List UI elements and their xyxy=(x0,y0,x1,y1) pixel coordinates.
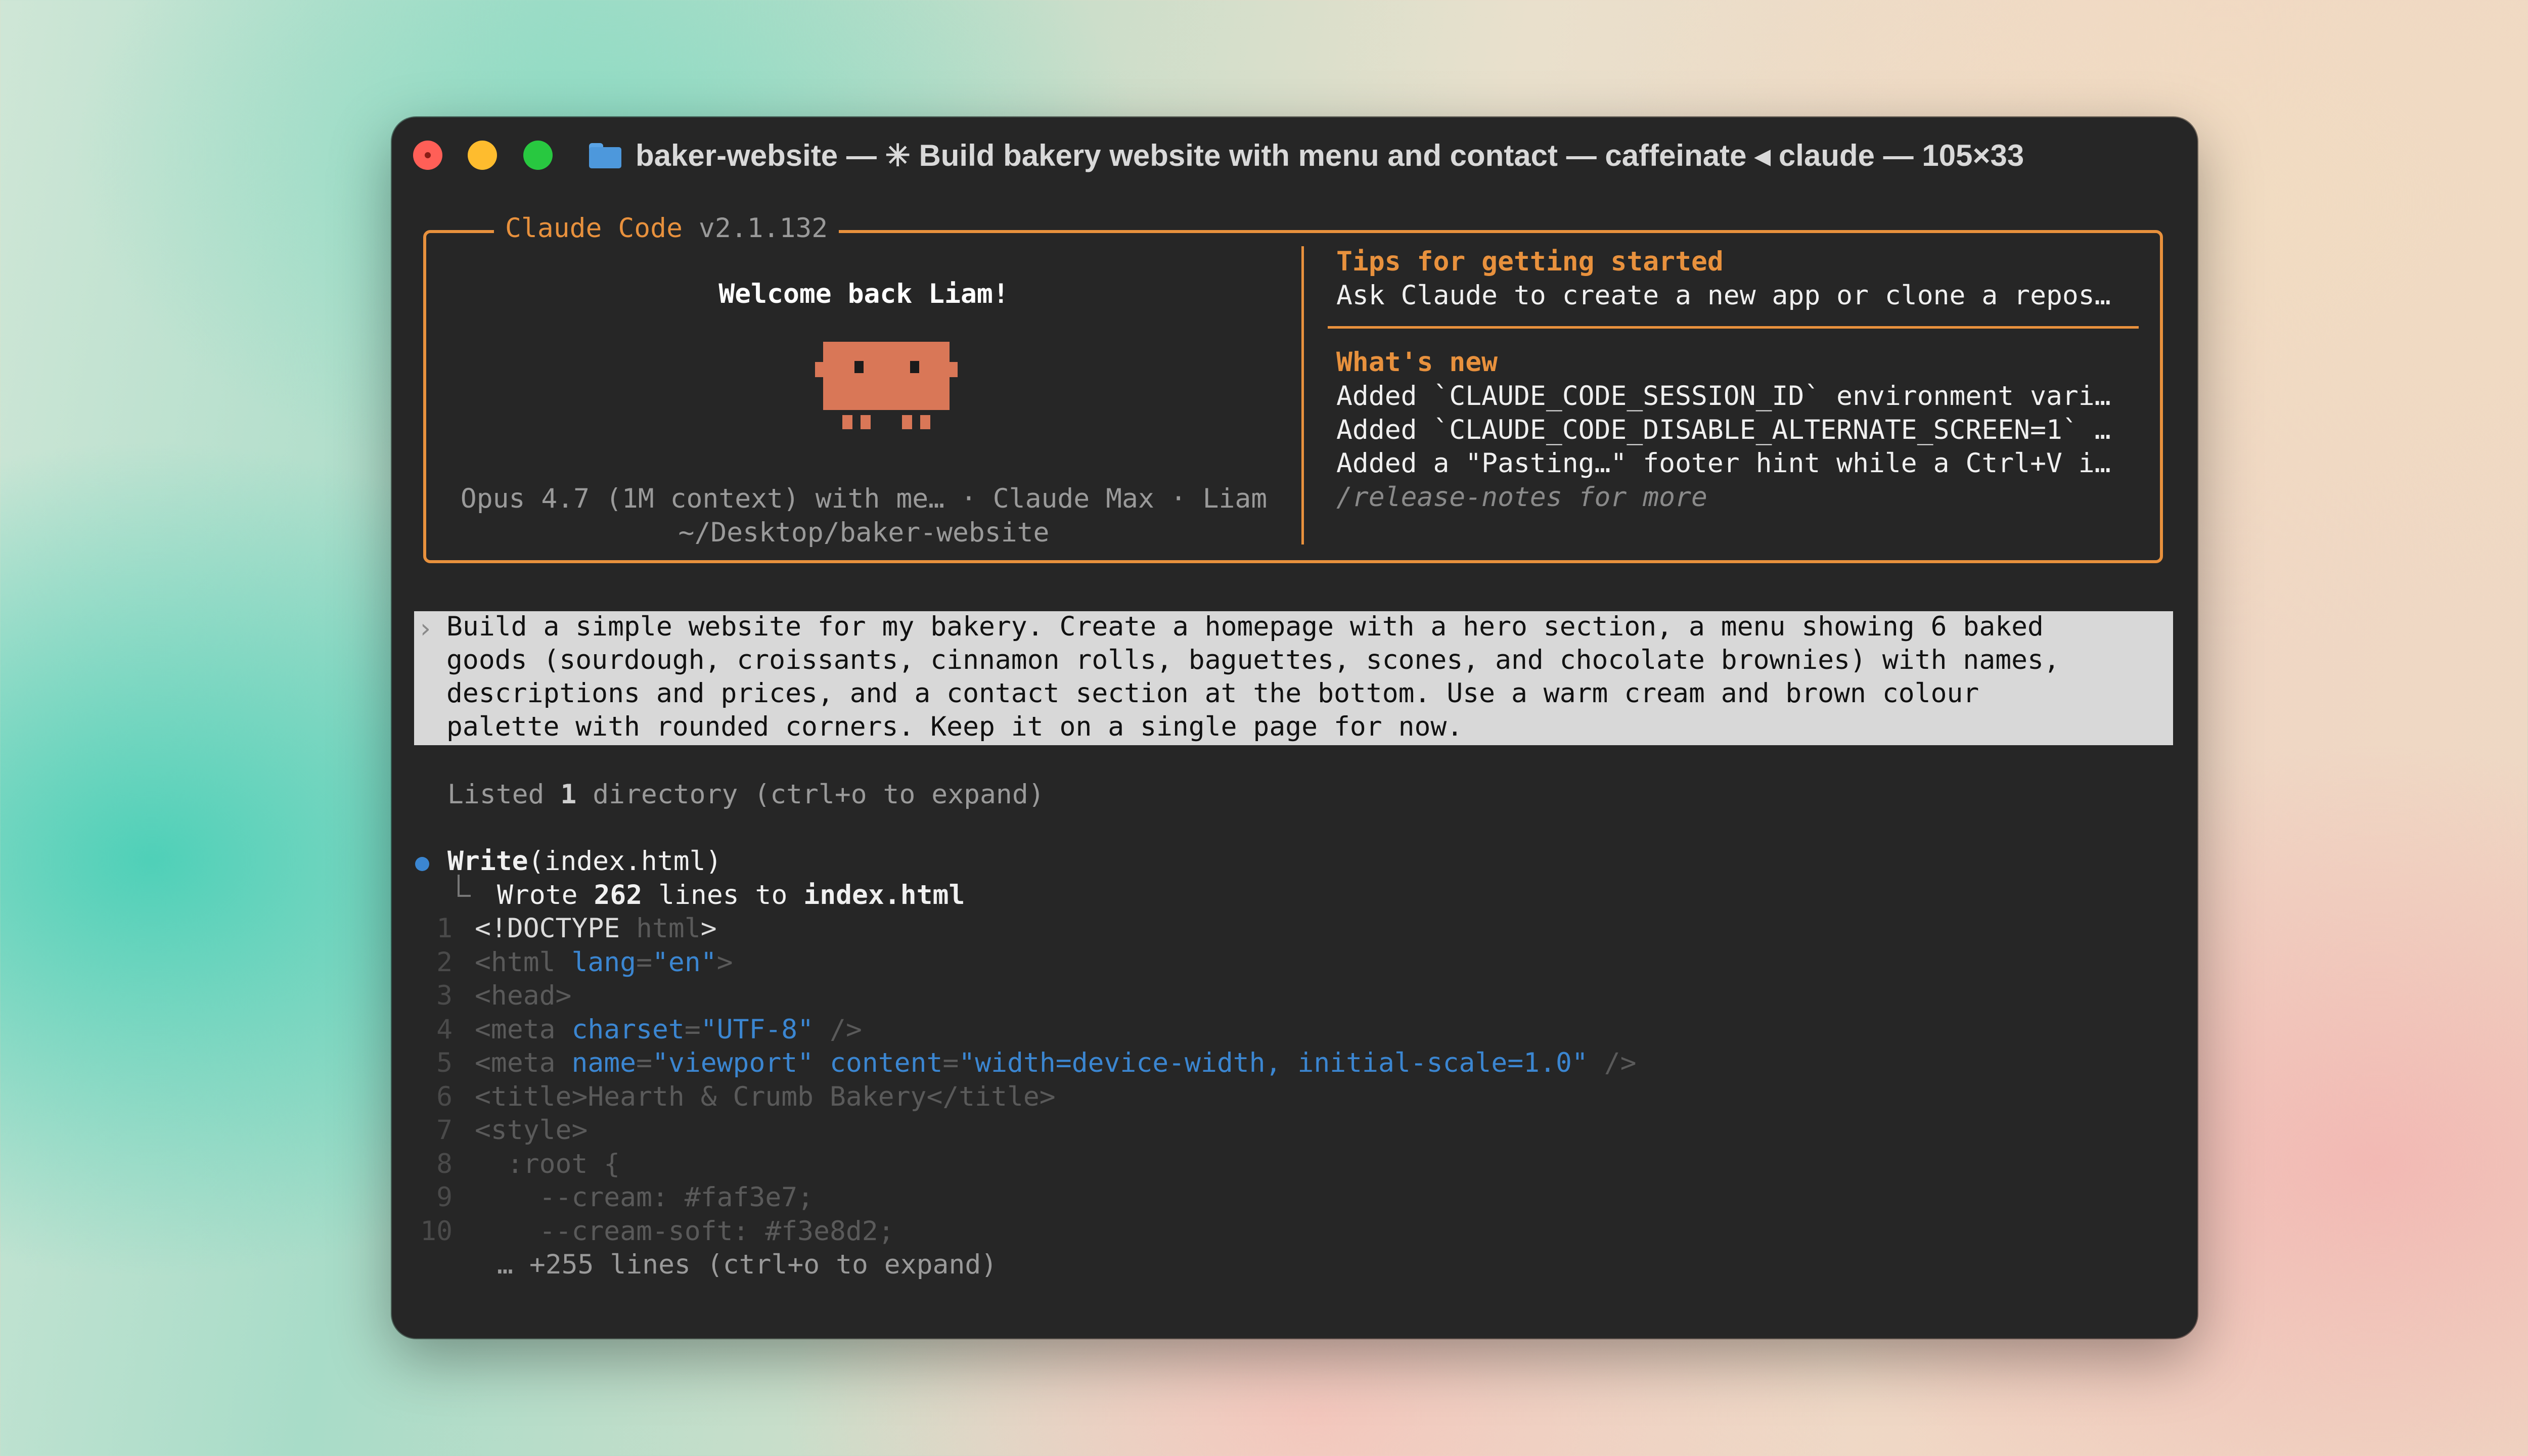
code-token: "viewport" xyxy=(652,1048,814,1078)
code-token: lang xyxy=(571,947,637,978)
code-token: :root { xyxy=(475,1149,620,1179)
prompt-line: Build a simple website for my bakery. Cr… xyxy=(446,611,2044,642)
line-number: 5 xyxy=(436,1048,453,1078)
code-line: 10 --cream-soft: #f3e8d2; xyxy=(392,1216,894,1247)
close-button[interactable] xyxy=(413,141,442,170)
code-token: = xyxy=(942,1048,959,1078)
tool-status-dot-icon xyxy=(415,857,429,871)
code-token: <meta xyxy=(475,1048,572,1078)
code-line: 9 --cream: #faf3e7; xyxy=(392,1182,814,1213)
code-token: <html xyxy=(475,947,572,978)
tool-result: Wrote 262 lines to index.html xyxy=(497,880,965,911)
window-title-text: baker-website — ✳ Build bakery website w… xyxy=(636,139,2024,172)
code-token: <title>Hearth & Crumb Bakery</title> xyxy=(475,1081,1056,1112)
listed-prefix: Listed xyxy=(447,779,561,810)
whats-new-item: Added a "Pasting…" footer hint while a C… xyxy=(1336,448,2111,479)
code-token: "width=device-width, initial-scale=1.0" xyxy=(959,1048,1588,1078)
code-token: <meta xyxy=(475,1014,572,1045)
minimize-button[interactable] xyxy=(468,141,497,170)
code-token: <!DOCTYPE xyxy=(475,913,637,944)
code-token: charset xyxy=(571,1014,685,1045)
box-title: Claude Code v2.1.132 xyxy=(494,213,839,244)
maximize-button[interactable] xyxy=(523,141,553,170)
app-name: Claude Code xyxy=(505,213,683,244)
code-token: /> xyxy=(1588,1048,1637,1078)
app-version: v2.1.132 xyxy=(698,213,828,244)
tips-heading: Tips for getting started xyxy=(1336,246,1724,277)
code-line: 6 <title>Hearth & Crumb Bakery</title> xyxy=(392,1081,1056,1112)
code-token: name xyxy=(571,1048,637,1078)
code-token: /> xyxy=(814,1014,862,1045)
prompt-chevron-icon: › xyxy=(417,613,433,644)
code-token: = xyxy=(636,1048,653,1078)
code-token: content xyxy=(830,1048,943,1078)
code-token: = xyxy=(636,947,653,978)
listed-count: 1 xyxy=(560,779,577,810)
claude-mascot-icon xyxy=(815,342,958,438)
code-token: > xyxy=(716,947,733,978)
code-line: 5 <meta name="viewport" content="width=de… xyxy=(392,1048,1637,1078)
code-token: "UTF-8" xyxy=(700,1014,814,1045)
code-token: html xyxy=(636,913,701,944)
code-line: 3 <head> xyxy=(392,980,571,1011)
tool-argument: (index.html) xyxy=(528,846,722,877)
prompt-line: descriptions and prices, and a contact s… xyxy=(446,678,1979,709)
code-token: <head> xyxy=(475,980,572,1011)
code-line: 7 <style> xyxy=(392,1115,588,1146)
line-number: 7 xyxy=(436,1115,453,1146)
tips-text: Ask Claude to create a new app or clone … xyxy=(1336,280,2111,311)
result-file: index.html xyxy=(803,880,965,911)
release-notes-hint: /release-notes for more xyxy=(1336,482,1707,513)
working-directory: ~/Desktop/baker-website xyxy=(678,517,1050,548)
whats-new-item: Added `CLAUDE_CODE_DISABLE_ALTERNATE_SCR… xyxy=(1336,415,2111,445)
code-line: 8 :root { xyxy=(392,1149,620,1179)
line-number: 10 xyxy=(420,1216,453,1247)
listed-suffix: directory (ctrl+o to expand) xyxy=(576,779,1045,810)
code-token: --cream-soft: #f3e8d2; xyxy=(475,1216,894,1247)
code-line: 1 <!DOCTYPE html> xyxy=(392,913,717,944)
code-line: 2 <html lang="en"> xyxy=(392,947,733,978)
expand-more-lines[interactable]: … +255 lines (ctrl+o to expand) xyxy=(497,1249,997,1280)
line-number: 1 xyxy=(436,913,453,944)
vertical-divider xyxy=(1301,246,1304,544)
welcome-message: Welcome back Liam! xyxy=(718,279,1009,309)
code-token: = xyxy=(684,1014,701,1045)
terminal-window: baker-website — ✳ Build bakery website w… xyxy=(392,117,2197,1338)
code-token: <style> xyxy=(475,1115,588,1146)
user-prompt: › Build a simple website for my bakery. … xyxy=(414,611,2173,745)
result-connector-icon xyxy=(458,875,471,897)
line-number: 6 xyxy=(436,1081,453,1112)
whats-new-heading: What's new xyxy=(1336,347,1498,378)
tool-name: Write xyxy=(447,846,528,877)
line-number: 3 xyxy=(436,980,453,1011)
whats-new-item: Added `CLAUDE_CODE_SESSION_ID` environme… xyxy=(1336,381,2111,412)
code-token: --cream: #faf3e7; xyxy=(475,1182,814,1213)
line-number: 2 xyxy=(436,947,453,978)
line-number: 9 xyxy=(436,1182,453,1213)
result-prefix: Wrote xyxy=(497,880,594,911)
code-token: "en" xyxy=(652,947,717,978)
window-title: baker-website — ✳ Build bakery website w… xyxy=(589,135,2024,176)
result-mid: lines to xyxy=(642,880,804,911)
title-bar: baker-website — ✳ Build bakery website w… xyxy=(392,117,2197,193)
tool-call: Write(index.html) xyxy=(447,846,721,877)
code-token: > xyxy=(700,913,717,944)
listed-directory-status: Listed 1 directory (ctrl+o to expand) xyxy=(447,779,1045,810)
line-number: 4 xyxy=(436,1014,453,1045)
prompt-line: goods (sourdough, croissants, cinnamon r… xyxy=(446,645,2060,675)
prompt-line: palette with rounded corners. Keep it on… xyxy=(446,711,1463,742)
welcome-box: Claude Code v2.1.132 Welcome back Liam! … xyxy=(423,213,2163,563)
horizontal-divider xyxy=(1328,326,2139,329)
folder-icon xyxy=(589,143,621,168)
result-count: 262 xyxy=(594,880,643,911)
line-number: 8 xyxy=(436,1149,453,1179)
code-line: 4 <meta charset="UTF-8" /> xyxy=(392,1014,862,1045)
model-info: Opus 4.7 (1M context) with me… · Claude … xyxy=(460,483,1268,514)
